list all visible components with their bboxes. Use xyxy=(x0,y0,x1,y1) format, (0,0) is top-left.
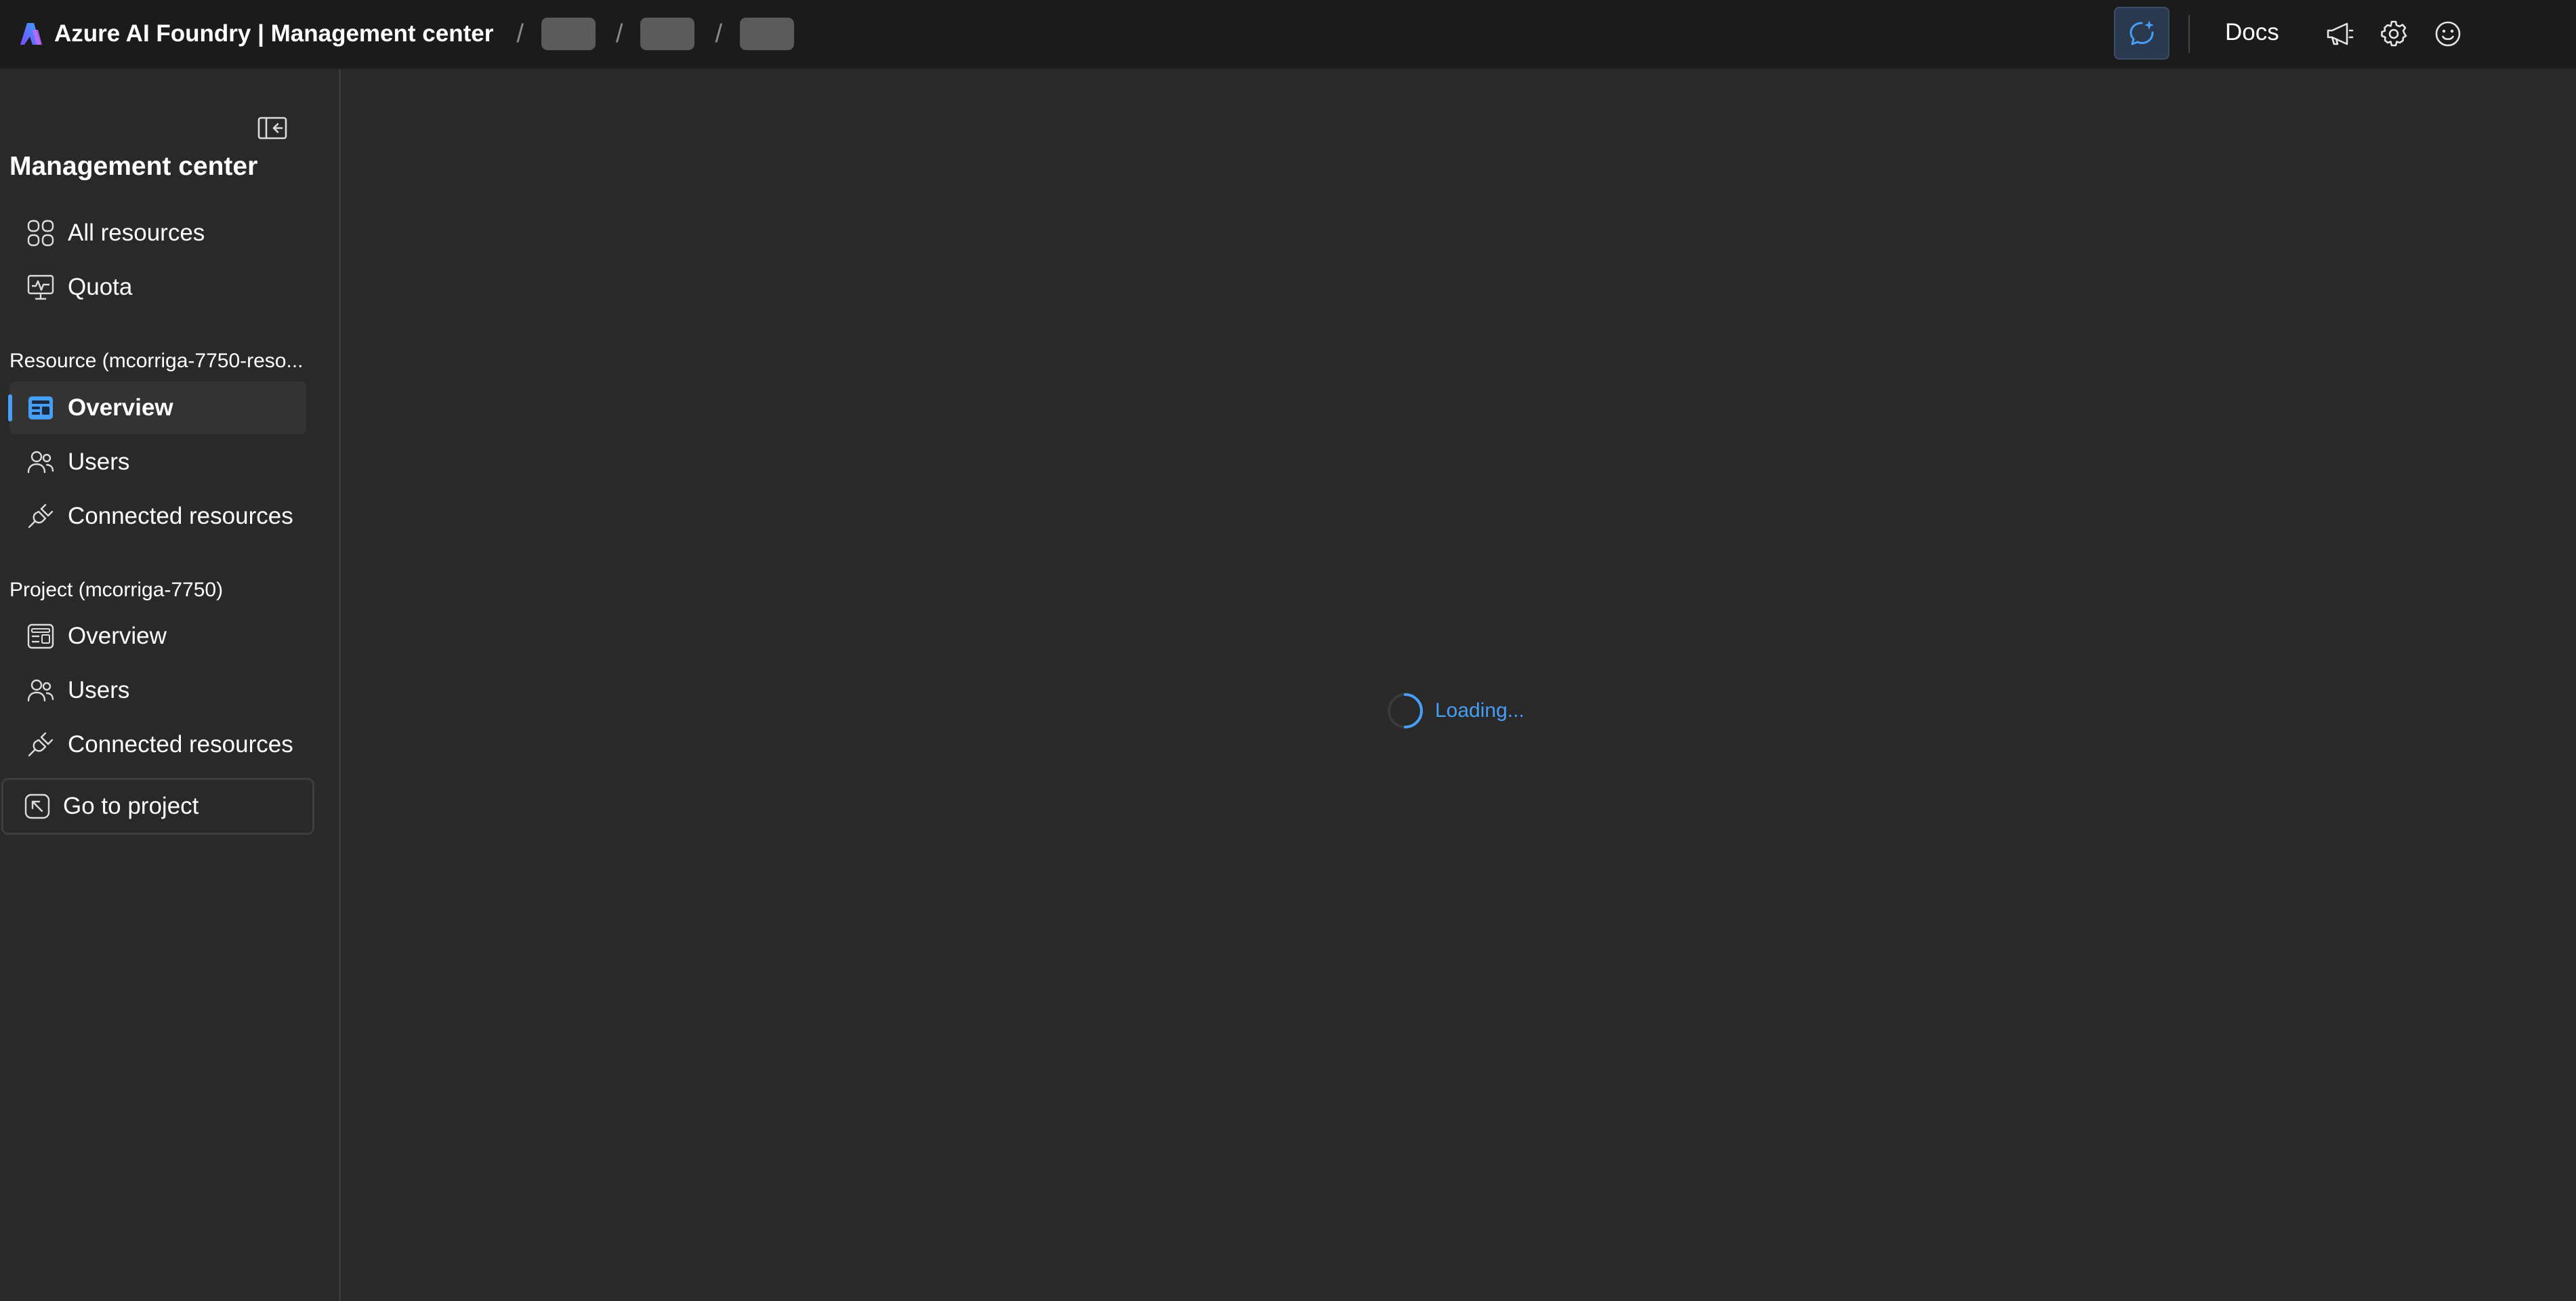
sidebar-item-resource-users[interactable]: Users xyxy=(9,436,306,489)
project-section-label: Project (mcorriga-7750) xyxy=(9,579,224,601)
sidebar-item-label: Quota xyxy=(68,274,133,300)
go-to-project-label: Go to project xyxy=(63,793,199,819)
feedback-button[interactable] xyxy=(2431,17,2465,51)
sidebar-item-resource-overview[interactable]: Overview xyxy=(8,381,306,434)
toolbar-divider xyxy=(2188,15,2190,53)
collapse-panel-icon xyxy=(257,117,287,140)
arrow-up-left-box-icon xyxy=(22,791,52,821)
megaphone-icon xyxy=(2327,22,2354,45)
sidebar-item-label: Connected resources xyxy=(68,731,293,758)
active-indicator xyxy=(8,394,12,421)
sidebar-item-quota[interactable]: Quota xyxy=(9,261,306,314)
sidebar-item-project-overview[interactable]: Overview xyxy=(9,610,306,663)
overview-icon xyxy=(26,621,56,651)
azure-ai-foundry-logo-icon xyxy=(20,23,42,45)
sidebar-title: Management center xyxy=(9,152,258,181)
sidebar-item-label: Users xyxy=(68,449,130,475)
plug-icon xyxy=(26,501,56,531)
breadcrumb-separator: / xyxy=(615,19,623,48)
breadcrumb-separator: / xyxy=(715,19,723,48)
breadcrumb-item-placeholder[interactable] xyxy=(640,18,695,50)
sidebar: Management center All resources Quota Re… xyxy=(0,69,341,1301)
sidebar-item-all-resources[interactable]: All resources xyxy=(9,207,306,260)
go-to-project-button[interactable]: Go to project xyxy=(1,778,314,835)
sidebar-item-label: Users xyxy=(68,677,130,703)
sidebar-item-resource-connected-resources[interactable]: Connected resources xyxy=(9,490,306,543)
sidebar-item-project-connected-resources[interactable]: Connected resources xyxy=(9,718,306,771)
docs-link[interactable]: Docs xyxy=(2225,19,2279,46)
sidebar-item-project-users[interactable]: Users xyxy=(9,664,306,717)
app-title: Azure AI Foundry | Management center xyxy=(54,20,494,47)
loading-indicator: Loading... xyxy=(1384,689,1524,732)
monitor-pulse-icon xyxy=(26,272,56,302)
breadcrumb-item-placeholder[interactable] xyxy=(740,18,795,50)
sidebar-item-label: Overview xyxy=(68,623,167,649)
spinner-icon xyxy=(1388,693,1423,728)
sidebar-item-label: Overview xyxy=(68,394,173,421)
settings-button[interactable] xyxy=(2377,17,2411,51)
copilot-chat-icon xyxy=(2130,20,2154,45)
sidebar-item-label: Connected resources xyxy=(68,503,293,529)
people-icon xyxy=(26,676,56,705)
main-content: Loading... xyxy=(343,69,2576,1301)
collapse-sidebar-button[interactable] xyxy=(257,115,287,142)
copilot-button[interactable] xyxy=(2114,7,2169,60)
gear-icon xyxy=(2381,20,2407,47)
breadcrumb-separator: / xyxy=(516,19,524,48)
brand[interactable]: Azure AI Foundry | Management center xyxy=(18,20,493,47)
sidebar-item-label: All resources xyxy=(68,220,205,246)
whats-new-button[interactable] xyxy=(2323,17,2356,51)
overview-icon xyxy=(26,393,56,423)
breadcrumb-item-placeholder[interactable] xyxy=(541,18,596,50)
breadcrumb: / / xyxy=(541,18,795,50)
top-bar: Azure AI Foundry | Management center / /… xyxy=(0,0,2576,69)
grid-icon xyxy=(26,218,56,248)
resource-section-label: Resource (mcorriga-7750-reso... xyxy=(9,350,304,372)
smiley-icon xyxy=(2435,21,2461,47)
people-icon xyxy=(26,447,56,477)
plug-icon xyxy=(26,730,56,760)
loading-text: Loading... xyxy=(1435,699,1524,722)
